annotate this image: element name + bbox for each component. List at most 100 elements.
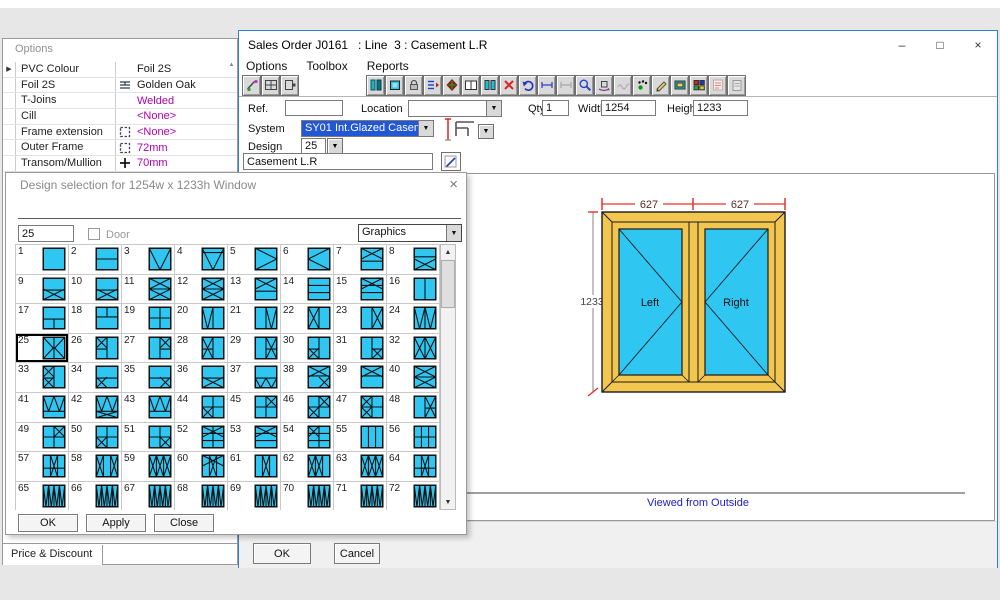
design-cell-35[interactable]: 35: [122, 363, 175, 393]
design-cell-21[interactable]: 21: [228, 304, 281, 334]
minimize-button[interactable]: –: [883, 31, 921, 58]
design-cell-67[interactable]: 67: [122, 482, 175, 510]
close-button[interactable]: ×: [959, 31, 997, 58]
titlebar[interactable]: Sales Order J0161 : Line 3 : Casement L.…: [239, 31, 997, 58]
design-cell-12[interactable]: 12: [175, 275, 228, 305]
design-cell-60[interactable]: 60: [175, 452, 228, 482]
design-cell-6[interactable]: 6: [281, 245, 334, 275]
dialog-close-button[interactable]: Close: [154, 514, 214, 532]
design-cell-57[interactable]: 57: [16, 452, 69, 482]
design-cell-24[interactable]: 24: [387, 304, 440, 334]
option-value[interactable]: Foil 2S: [134, 63, 229, 75]
profile-dimension-button[interactable]: ▼: [444, 116, 496, 143]
design-cell-38[interactable]: 38: [281, 363, 334, 393]
design-cell-18[interactable]: 18: [69, 304, 122, 334]
design-cell-19[interactable]: 19: [122, 304, 175, 334]
scroll-up-icon[interactable]: ▲: [441, 245, 455, 259]
width-input[interactable]: [601, 100, 656, 116]
menu-reports[interactable]: Reports: [367, 59, 409, 73]
box-button[interactable]: [385, 75, 404, 96]
menu-options[interactable]: Options: [246, 59, 287, 73]
design-cell-15[interactable]: 15: [334, 275, 387, 305]
design-cell-17[interactable]: 17: [16, 304, 69, 334]
design-cell-32[interactable]: 32: [387, 334, 440, 364]
close-icon[interactable]: ×: [449, 176, 458, 193]
design-cell-31[interactable]: 31: [334, 334, 387, 364]
options-row-6[interactable]: Transom/Mullion70mm: [3, 156, 237, 172]
menu-toolbox[interactable]: Toolbox: [306, 59, 347, 73]
design-cell-55[interactable]: 55: [334, 423, 387, 453]
door-checkbox[interactable]: [88, 228, 100, 240]
design-cell-14[interactable]: 14: [281, 275, 334, 305]
design-cell-36[interactable]: 36: [175, 363, 228, 393]
door-button[interactable]: [280, 75, 299, 96]
height-input[interactable]: [693, 100, 748, 116]
design-cell-65[interactable]: 65: [16, 482, 69, 510]
design-cell-27[interactable]: 27: [122, 334, 175, 364]
design-cell-16[interactable]: 16: [387, 275, 440, 305]
design-cell-13[interactable]: 13: [228, 275, 281, 305]
vent-button[interactable]: [442, 75, 461, 96]
qty-input[interactable]: [542, 100, 569, 116]
design-cell-53[interactable]: 53: [228, 423, 281, 453]
design-cell-23[interactable]: 23: [334, 304, 387, 334]
chevron-down-icon[interactable]: ▼: [418, 121, 433, 136]
design-cell-58[interactable]: 58: [69, 452, 122, 482]
design-grid-scrollbar[interactable]: ▲ ▼: [440, 244, 456, 510]
design-cell-40[interactable]: 40: [387, 363, 440, 393]
clipboard-disabled-button[interactable]: [727, 75, 746, 96]
grid-button[interactable]: [261, 75, 280, 96]
design-cell-30[interactable]: 30: [281, 334, 334, 364]
design-cell-49[interactable]: 49: [16, 423, 69, 453]
spray-button[interactable]: [632, 75, 651, 96]
option-value[interactable]: <None>: [134, 126, 229, 138]
design-cell-25[interactable]: 25: [16, 334, 69, 364]
zoom-button[interactable]: [575, 75, 594, 96]
design-cell-56[interactable]: 56: [387, 423, 440, 453]
design-cell-71[interactable]: 71: [334, 482, 387, 510]
design-cell-41[interactable]: 41: [16, 393, 69, 423]
scroll-down-icon[interactable]: ▼: [441, 495, 455, 509]
chevron-down-icon[interactable]: ▼: [478, 124, 494, 139]
design-cell-11[interactable]: 11: [122, 275, 175, 305]
design-cell-69[interactable]: 69: [228, 482, 281, 510]
columns-button[interactable]: [480, 75, 499, 96]
option-value[interactable]: 70mm: [134, 157, 229, 169]
design-cell-1[interactable]: 1: [16, 245, 69, 275]
design-number-input[interactable]: [18, 225, 74, 242]
option-value[interactable]: Golden Oak: [134, 79, 229, 91]
design-cell-2[interactable]: 2: [69, 245, 122, 275]
options-row-2[interactable]: T-JoinsWelded: [3, 93, 237, 109]
design-cell-39[interactable]: 39: [334, 363, 387, 393]
description-input[interactable]: [243, 153, 433, 170]
dialog-apply-button[interactable]: Apply: [86, 514, 146, 532]
cancel-button[interactable]: Cancel: [334, 543, 380, 564]
design-cell-52[interactable]: 52: [175, 423, 228, 453]
draw-button[interactable]: [242, 75, 261, 96]
design-cell-20[interactable]: 20: [175, 304, 228, 334]
design-cell-70[interactable]: 70: [281, 482, 334, 510]
chevron-down-icon[interactable]: ▼: [446, 225, 461, 241]
design-cell-7[interactable]: 7: [334, 245, 387, 275]
design-cell-59[interactable]: 59: [122, 452, 175, 482]
options-row-1[interactable]: Foil 2SGolden Oak: [3, 78, 237, 94]
scroll-thumb[interactable]: [441, 260, 455, 308]
design-input[interactable]: [301, 138, 326, 154]
bars-button[interactable]: [366, 75, 385, 96]
options-row-5[interactable]: Outer Frame72mm: [3, 140, 237, 156]
dim-disabled-button[interactable]: [556, 75, 575, 96]
rotate-3d-button[interactable]: [594, 75, 613, 96]
dialog-ok-button[interactable]: OK: [18, 514, 78, 532]
design-cell-37[interactable]: 37: [228, 363, 281, 393]
view-mode-combo[interactable]: Graphics ▼: [358, 224, 462, 242]
design-cell-45[interactable]: 45: [228, 393, 281, 423]
design-cell-5[interactable]: 5: [228, 245, 281, 275]
maximize-button[interactable]: □: [921, 31, 959, 58]
design-cell-46[interactable]: 46: [281, 393, 334, 423]
location-combo[interactable]: ▼: [408, 100, 502, 117]
pen-button[interactable]: [651, 75, 670, 96]
design-cell-51[interactable]: 51: [122, 423, 175, 453]
design-cell-34[interactable]: 34: [69, 363, 122, 393]
design-cell-9[interactable]: 9: [16, 275, 69, 305]
lock-button[interactable]: [404, 75, 423, 96]
